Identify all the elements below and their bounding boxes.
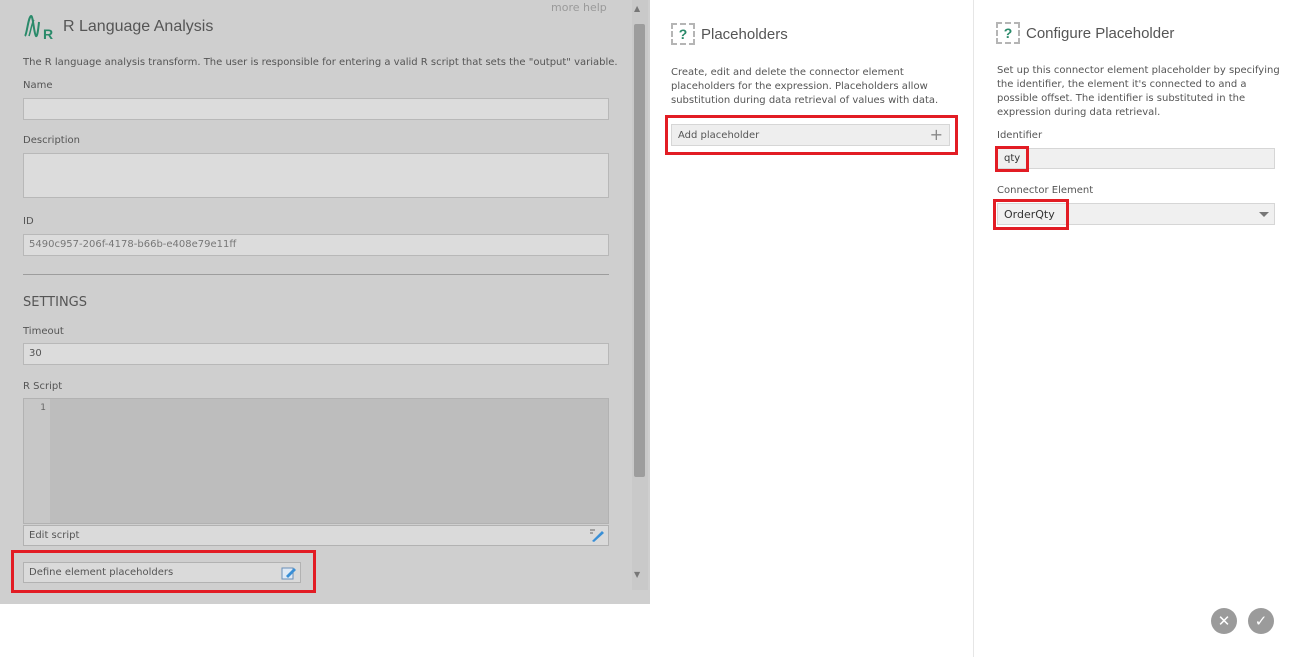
scroll-up-arrow-icon[interactable]: ▲ bbox=[634, 4, 640, 13]
script-edit-icon bbox=[589, 528, 605, 545]
configure-title: Configure Placeholder bbox=[1026, 24, 1175, 42]
configure-placeholder-panel: ? Configure Placeholder Set up this conn… bbox=[975, 0, 1301, 657]
panel-header: R R Language Analysis bbox=[23, 12, 213, 42]
id-label: ID bbox=[23, 216, 34, 227]
highlight-define-placeholders bbox=[11, 550, 316, 593]
rscript-label: R Script bbox=[23, 381, 63, 392]
name-label: Name bbox=[23, 80, 53, 91]
placeholders-description: Create, edit and delete the connector el… bbox=[671, 67, 939, 106]
svg-text:R: R bbox=[43, 26, 53, 42]
highlight-connector-element bbox=[993, 199, 1069, 230]
help-icon[interactable]: ? bbox=[996, 22, 1020, 44]
timeout-label: Timeout bbox=[23, 326, 64, 337]
cancel-button[interactable]: ✕ bbox=[1211, 608, 1237, 634]
name-input[interactable] bbox=[23, 98, 609, 120]
description-textarea[interactable] bbox=[23, 153, 609, 198]
connector-element-label: Connector Element bbox=[997, 185, 1094, 196]
help-icon[interactable]: ? bbox=[671, 23, 695, 45]
confirm-button[interactable]: ✓ bbox=[1248, 608, 1274, 634]
placeholders-header: ? Placeholders bbox=[671, 23, 788, 45]
timeout-input[interactable]: 30 bbox=[23, 343, 609, 365]
transform-settings-panel: more help R R Language Analysis The R la… bbox=[0, 0, 650, 604]
placeholders-panel: ? Placeholders Create, edit and delete t… bbox=[650, 0, 974, 657]
line-number: 1 bbox=[40, 403, 46, 413]
highlight-add-placeholder bbox=[665, 115, 958, 155]
line-number-gutter: 1 bbox=[24, 399, 50, 523]
description-label: Description bbox=[23, 135, 80, 146]
chevron-down-icon bbox=[1259, 212, 1269, 217]
highlight-identifier bbox=[995, 146, 1029, 172]
section-divider bbox=[23, 274, 609, 275]
edit-script-button[interactable]: Edit script bbox=[23, 525, 609, 546]
panel-title: R Language Analysis bbox=[63, 18, 214, 35]
panel-description: The R language analysis transform. The u… bbox=[23, 57, 618, 68]
placeholders-title: Placeholders bbox=[701, 25, 788, 43]
scroll-down-arrow-icon[interactable]: ▼ bbox=[634, 570, 640, 579]
rscript-editor[interactable]: 1 bbox=[23, 398, 609, 524]
id-field: 5490c957-206f-4178-b66b-e408e79e11ff bbox=[23, 234, 609, 256]
settings-heading: SETTINGS bbox=[23, 295, 88, 310]
configure-header: ? Configure Placeholder bbox=[996, 22, 1174, 44]
identifier-label: Identifier bbox=[997, 130, 1043, 141]
more-help-link[interactable]: more help bbox=[551, 1, 607, 14]
scrollbar-thumb[interactable] bbox=[634, 24, 645, 477]
configure-description: Set up this connector element placeholde… bbox=[997, 65, 1280, 118]
identifier-input[interactable]: qty bbox=[997, 148, 1275, 169]
r-language-logo-icon: R bbox=[23, 12, 59, 42]
edit-script-label: Edit script bbox=[29, 530, 80, 541]
